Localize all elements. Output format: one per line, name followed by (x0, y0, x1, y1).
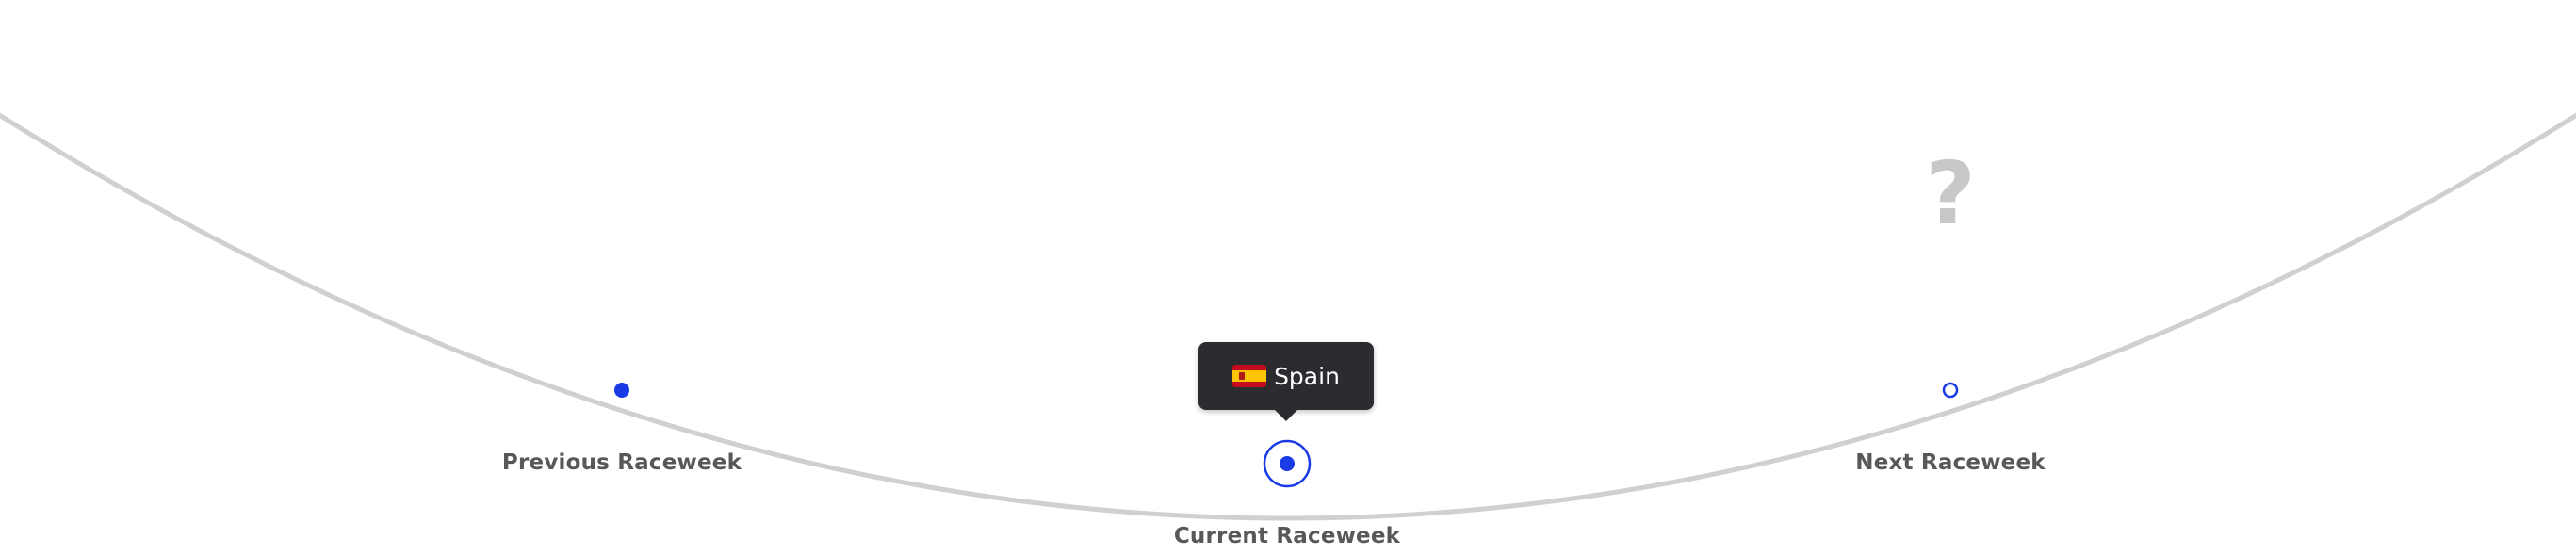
spain-flag-icon (1232, 365, 1267, 387)
previous-raceweek-dot[interactable] (614, 383, 629, 398)
timeline-arc-graphic (0, 112, 2576, 521)
question-mark-icon: ? (1925, 143, 1976, 244)
previous-raceweek-label[interactable]: Previous Raceweek (502, 450, 742, 475)
current-country-name: Spain (1274, 362, 1340, 390)
current-raceweek-label[interactable]: Current Raceweek (1174, 524, 1400, 548)
current-raceweek-tooltip: Spain (1198, 342, 1374, 410)
current-raceweek-marker[interactable] (1263, 439, 1312, 488)
next-raceweek-label[interactable]: Next Raceweek (1855, 450, 2046, 475)
raceweek-timeline: ? Spain Previous Raceweek Next Raceweek … (0, 0, 2576, 556)
next-raceweek-dot[interactable] (1942, 382, 1959, 399)
current-raceweek-dot (1280, 456, 1295, 471)
